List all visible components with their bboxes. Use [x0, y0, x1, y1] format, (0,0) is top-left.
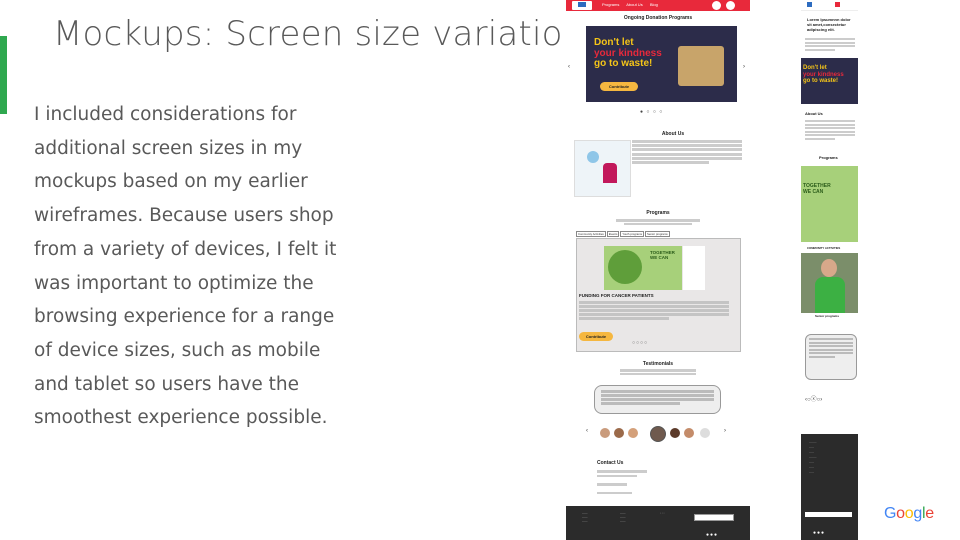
mockup-funding-heading: FUNDING FOR CANCER PATIENTS [579, 293, 654, 298]
mockup-footer: —— —— —— —— —— —— ◦ ◦ ◦ ●●● [566, 506, 750, 540]
mockup-user-icon [726, 1, 735, 10]
mobile-senior-heading: Senior programs [815, 314, 840, 318]
mobile-header-text: Lorem Ipsumnnn dolor sit amet,consectetu… [807, 17, 851, 32]
mockup-testimonials-text [620, 369, 696, 375]
mobile-header-bar [801, 0, 858, 11]
mockup-prev-arrow-icon: ‹ [568, 64, 570, 70]
mockup-next-arrow-icon: › [743, 64, 745, 70]
mobile-mockup: Lorem Ipsumnnn dolor sit amet,consectetu… [801, 0, 858, 540]
body-line: additional screen sizes in my [34, 137, 303, 159]
slide-title: Mockups: Screen size variations [53, 14, 603, 54]
mockup-social-icons: ●●● [706, 532, 719, 538]
mockup-testimonial-next-icon: › [724, 428, 726, 434]
mobile-about-heading: About Us [805, 111, 823, 116]
mockup-funding-text [579, 301, 729, 321]
body-line: browsing experience for a range [34, 306, 335, 328]
body-line: of device sizes, such as mobile [34, 339, 321, 361]
mockup-contribute-button-2: Contribute [579, 332, 613, 341]
mobile-carousel-controls: ‹○ⓧ○› [805, 397, 823, 403]
mockup-tree-text: TOGETHER WE CAN [650, 250, 675, 260]
mockup-subscribe-field [694, 514, 734, 521]
mockup-about-illustration [574, 140, 631, 197]
mobile-tree-image: TOGETHER WE CAN [801, 166, 858, 242]
mockup-banner-text: Don't let your kindness go to waste! [594, 37, 662, 69]
mockup-nav-bar: Programs About Us Blog [566, 0, 750, 11]
accent-bar [0, 36, 7, 114]
body-line: was important to optimize the [34, 272, 314, 294]
mockup-section-title: Ongoing Donation Programs [623, 15, 693, 21]
mockup-testimonial-prev-icon: ‹ [586, 428, 588, 434]
mobile-social-icons: ●●● [813, 530, 826, 536]
mockup-contribute-button: Contribute [600, 82, 638, 91]
mobile-programs-heading: Programs [819, 155, 838, 160]
mockup-nav-item: Blog [649, 2, 658, 7]
body-line: wireframes. Because users shop [34, 205, 334, 227]
body-line: from a variety of devices, I felt it [34, 238, 337, 260]
body-paragraph: I included considerations for additional… [34, 98, 337, 435]
mockup-nav-item: About Us [626, 2, 643, 7]
mobile-subscribe-field [805, 512, 852, 517]
mockup-programs-heading: Programs [646, 210, 670, 216]
mobile-tree-text: TOGETHER WE CAN [803, 183, 831, 195]
desktop-mockup: Programs About Us Blog Ongoing Donation … [566, 0, 750, 540]
body-line: mockups based on my earlier [34, 171, 308, 193]
mockup-pager: ○○○○ [632, 340, 649, 346]
mockup-about-heading: About Us [661, 131, 685, 137]
mockup-testimonial-bubble [594, 385, 721, 414]
google-logo: Google [884, 505, 934, 522]
mockup-logo [572, 1, 592, 10]
mockup-nav-item: Programs [602, 2, 620, 7]
mockup-side-card [683, 246, 705, 290]
mockup-programs-text [616, 219, 700, 227]
mobile-footer: ——— —— —— ——— —— —— —— ●●● [801, 434, 858, 540]
mobile-testimonial-bubble [805, 334, 857, 380]
mobile-banner-text: Don't let your kindness go to waste! [803, 65, 844, 84]
mockup-nav: Programs About Us Blog [602, 2, 664, 7]
mockup-contact-text [597, 470, 647, 494]
mockup-carousel-dots: ● ○ ○ ○ [640, 109, 664, 115]
mockup-testimonials-heading: Testimonials [642, 361, 674, 367]
body-line: I included considerations for [34, 104, 297, 125]
mobile-community-photo [801, 253, 858, 313]
mobile-intro-text [805, 38, 855, 51]
mockup-contact-heading: Contact Us [597, 460, 624, 466]
mobile-community-heading: COMMUNITY ACTIVITIES [807, 246, 841, 250]
body-line: and tablet so users have the [34, 373, 300, 395]
body-line: smoothest experience possible. [34, 407, 328, 429]
mobile-about-text [805, 120, 855, 140]
mockup-phone-icon [712, 1, 721, 10]
mobile-banner: Don't let your kindness go to waste! [801, 58, 858, 104]
mockup-about-text [632, 140, 742, 165]
mockup-box-illustration [678, 46, 724, 86]
mockup-banner: Don't let your kindness go to waste! Con… [586, 26, 737, 102]
